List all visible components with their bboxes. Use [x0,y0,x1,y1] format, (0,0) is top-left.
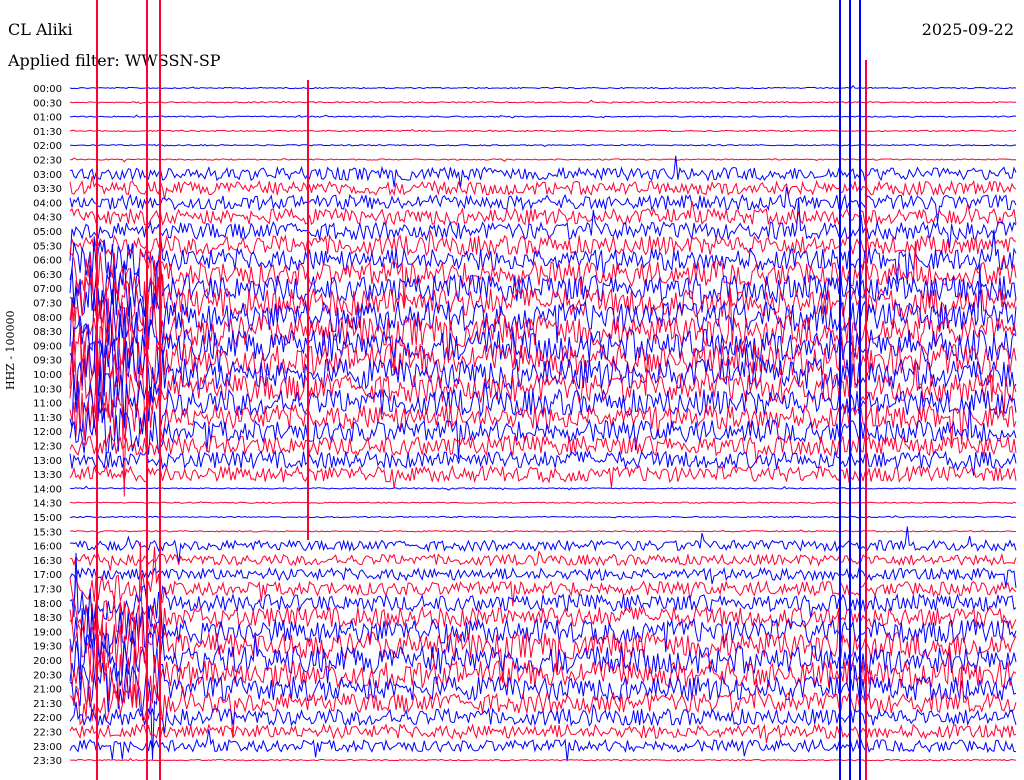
trace-row-0130 [69,128,1017,133]
trace-row-0100 [69,114,1017,119]
time-tick-label: 12:30 [33,442,62,453]
time-tick-label: 16:30 [33,556,62,567]
time-tick-label: 05:00 [33,227,62,238]
time-tick-label: 07:00 [33,284,62,295]
time-tick-label: 17:30 [33,585,62,596]
trace-row-1300 [69,449,1017,476]
trace-row-0330 [69,176,1017,200]
time-tick-label: 23:30 [33,756,62,767]
time-tick-label: 04:30 [33,213,62,224]
time-tick-label: 12:00 [33,427,62,438]
trace-row-2300 [69,729,1017,762]
time-tick-label: 06:30 [33,270,62,281]
time-tick-label: 07:30 [33,299,62,310]
time-tick-label: 08:30 [33,327,62,338]
helicorder-plot: 00:00 00:30 01:00 01:30 02:00 02:30 03:00 03:30… [33,0,1017,780]
time-tick-label: 14:30 [33,499,62,510]
time-tick-label: 10:00 [33,370,62,381]
time-tick-label: 03:30 [33,184,62,195]
time-tick-label: 11:30 [33,413,62,424]
trace-row-0600 [69,229,1017,285]
trace-row-1700 [69,566,1017,588]
time-tick-label: 14:00 [33,484,62,495]
time-tick-label: 21:30 [33,699,62,710]
trace-row-0200 [69,144,1017,147]
trace-row-2230 [69,722,1017,744]
time-tick-label: 15:30 [33,527,62,538]
time-tick-label: 03:00 [33,170,62,181]
time-tick-label: 06:00 [33,256,62,267]
time-tick-label: 19:00 [33,627,62,638]
time-tick-label: 21:00 [33,685,62,696]
trace-row-1530 [69,529,1017,534]
time-tick-label: 10:30 [33,384,62,395]
time-tick-label: 16:00 [33,542,62,553]
trace-row-1630 [69,550,1017,571]
time-tick-label: 17:00 [33,570,62,581]
time-tick-label: 02:00 [33,141,62,152]
time-tick-label: 13:00 [33,456,62,467]
time-tick-label: 05:30 [33,241,62,252]
time-tick-label: 20:30 [33,670,62,681]
time-tick-label: 09:00 [33,341,62,352]
time-tick-label: 01:00 [33,113,62,124]
time-tick-label: 11:00 [33,399,62,410]
time-tick-label: 00:30 [33,98,62,109]
trace-row-2330 [69,757,1017,762]
trace-row-0000 [69,84,1017,90]
trace-row-0030 [69,99,1017,105]
time-tick-label: 04:00 [33,198,62,209]
time-tick-label: 09:30 [33,356,62,367]
time-tick-label: 19:30 [33,642,62,653]
time-tick-label: 00:00 [33,84,62,95]
time-tick-label: 18:00 [33,599,62,610]
trace-row-1930 [69,541,1017,684]
time-tick-label: 08:00 [33,313,62,324]
time-tick-label: 02:30 [33,156,62,167]
time-tick-label: 13:30 [33,470,62,481]
time-tick-label: 01:30 [33,127,62,138]
trace-row-1400 [69,485,1017,491]
time-tick-label: 22:30 [33,728,62,739]
trace-row-1500 [69,515,1017,519]
trace-row-0230 [69,157,1017,163]
time-tick-label: 22:00 [33,713,62,724]
trace-row-1430 [69,501,1017,505]
trace-row-1330 [69,464,1017,489]
time-tick-label: 18:30 [33,613,62,624]
time-tick-label: 15:00 [33,513,62,524]
time-tick-label: 23:00 [33,742,62,753]
time-tick-label: 20:00 [33,656,62,667]
